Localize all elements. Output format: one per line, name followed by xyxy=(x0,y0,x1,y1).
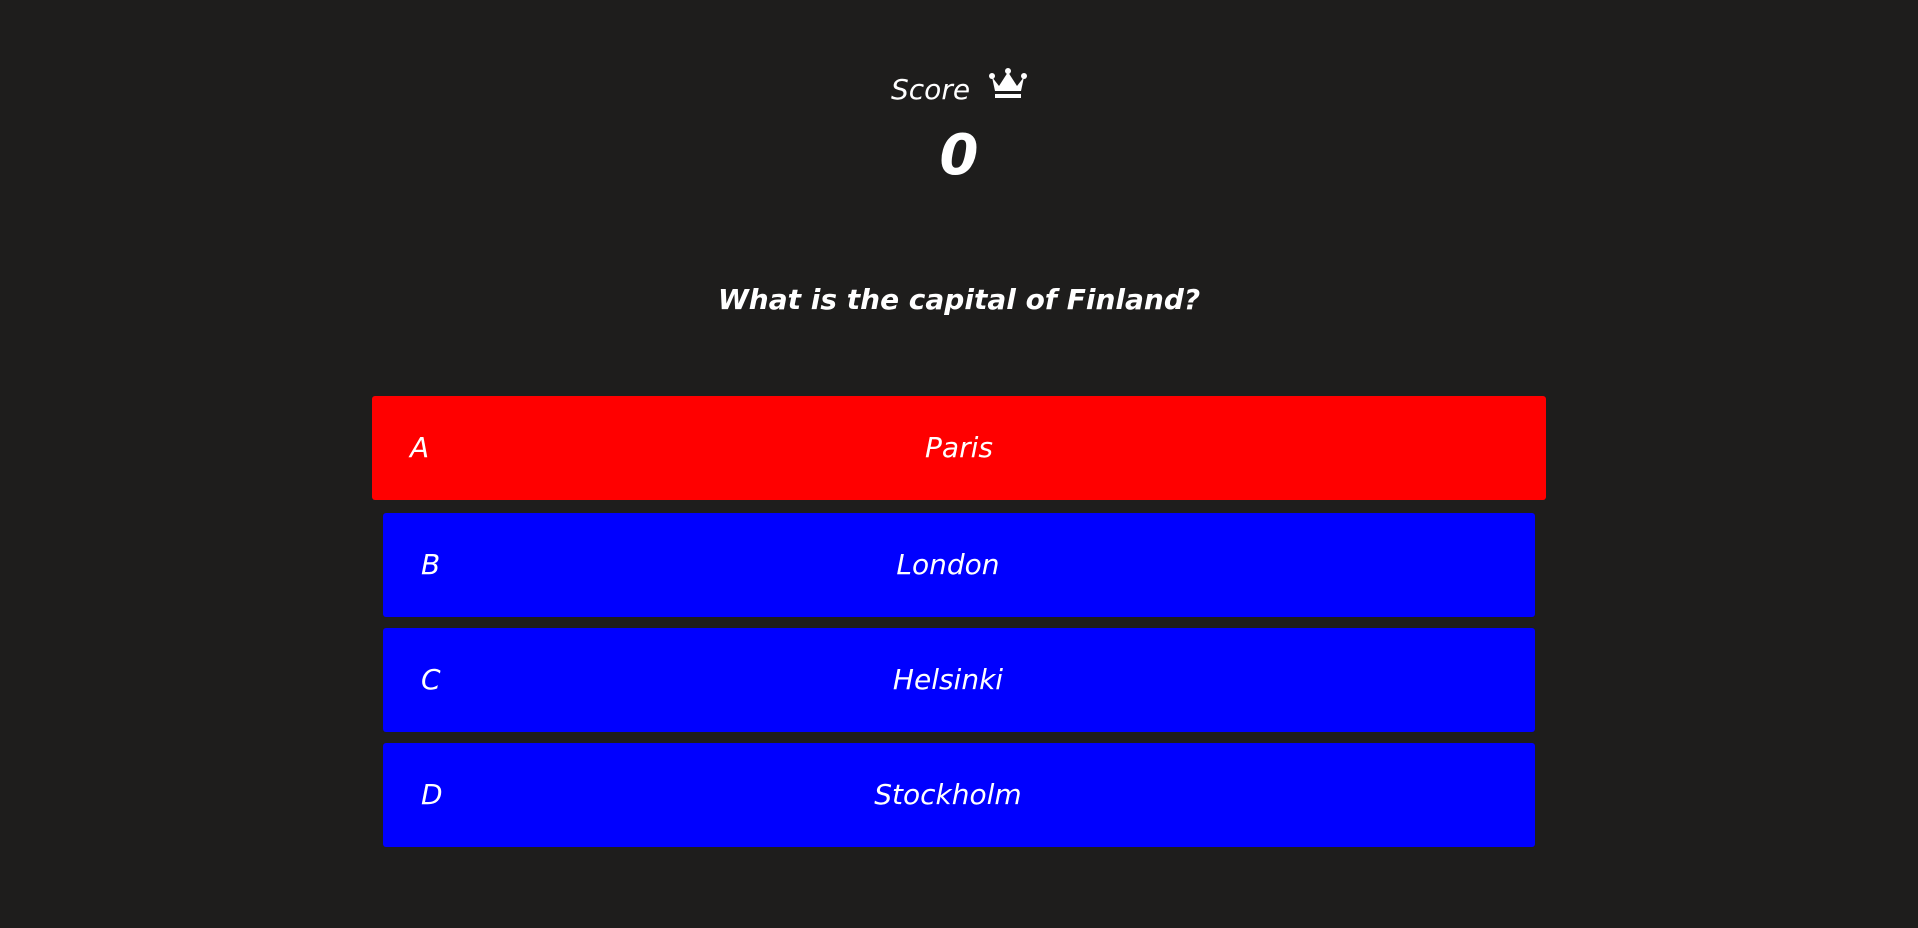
answer-option-a[interactable]: A Paris xyxy=(372,396,1546,500)
crown-icon xyxy=(988,67,1027,110)
question-text: What is the capital of Finland? xyxy=(717,283,1201,316)
answer-option-d[interactable]: D Stockholm xyxy=(383,743,1535,847)
answer-text: London xyxy=(896,548,1000,581)
answer-text: Paris xyxy=(925,431,993,464)
score-value: 0 xyxy=(939,123,979,188)
answer-text: Helsinki xyxy=(892,663,1004,696)
answer-text: Stockholm xyxy=(874,778,1022,811)
score-label: Score xyxy=(891,73,971,106)
answer-option-b[interactable]: B London xyxy=(383,513,1535,617)
score-header: Score xyxy=(0,67,1918,110)
answer-option-c[interactable]: C Helsinki xyxy=(383,628,1535,732)
